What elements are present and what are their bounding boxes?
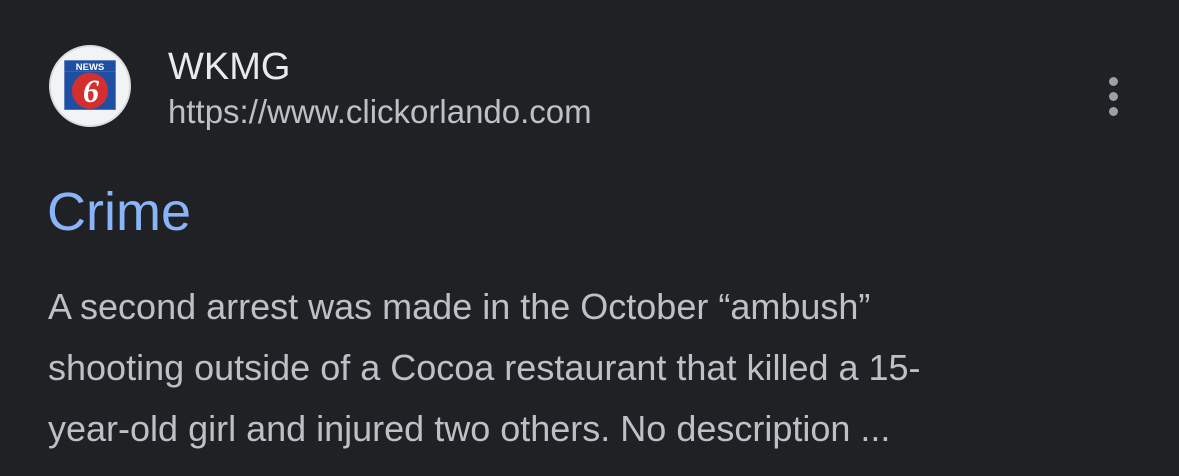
logo-number-text: 6 <box>83 73 100 109</box>
more-options-icon[interactable] <box>1093 72 1133 120</box>
news-6-logo-icon[interactable]: NEWS 6 <box>49 45 131 127</box>
more-dot <box>1108 106 1118 116</box>
snippet-line: shooting outside of a Cocoa restaurant t… <box>48 347 921 388</box>
snippet-line: A second arrest was made in the October … <box>48 286 871 327</box>
result-title-link[interactable]: Crime <box>47 180 191 244</box>
site-url[interactable]: https://www.clickorlando.com <box>168 92 592 132</box>
more-dot <box>1108 91 1118 101</box>
site-name[interactable]: WKMG <box>168 44 290 90</box>
search-result: NEWS 6 WKMG https://www.clickorlando.com… <box>0 0 1179 476</box>
result-snippet: A second arrest was made in the October … <box>48 276 1138 459</box>
logo-badge-text: NEWS <box>76 62 105 73</box>
snippet-line: year-old girl and injured two others. No… <box>48 408 891 449</box>
more-dot <box>1108 76 1118 86</box>
